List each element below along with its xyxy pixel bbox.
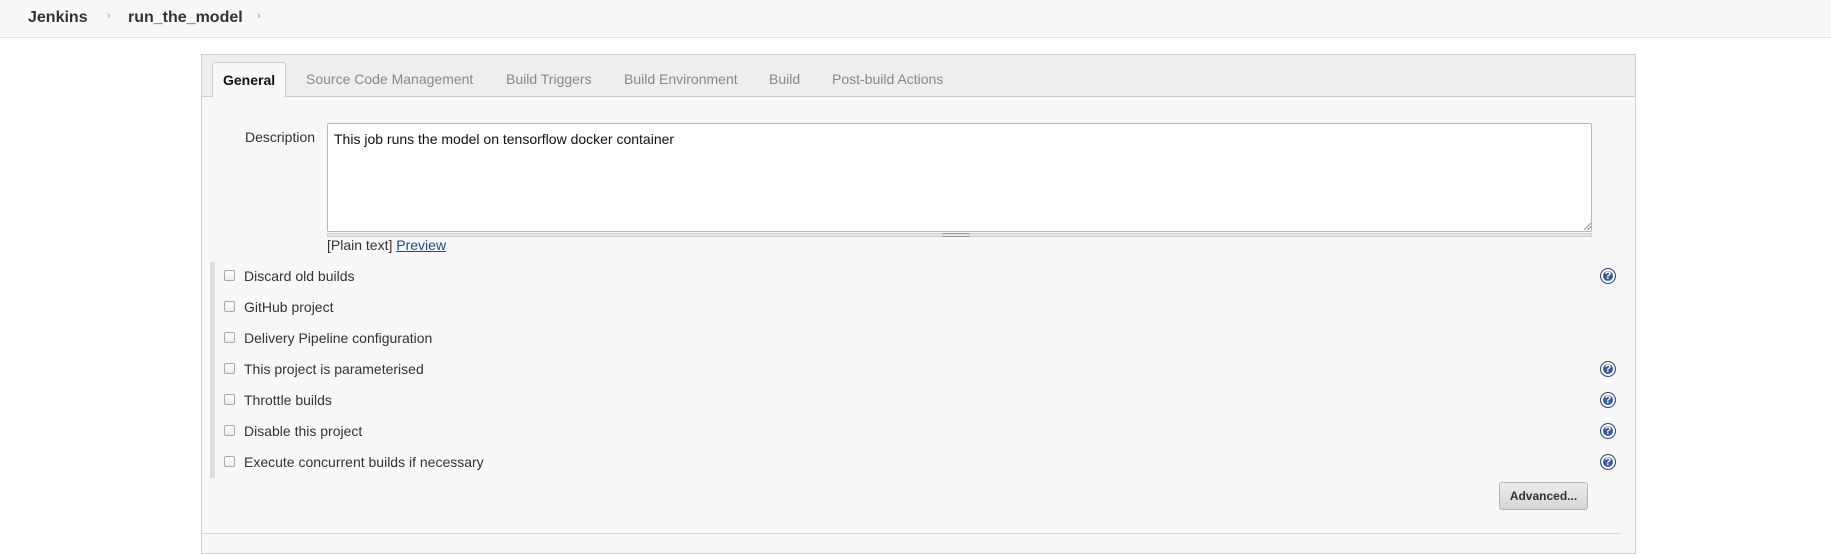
concurrent-builds-checkbox[interactable] xyxy=(224,456,235,467)
tab-build-triggers[interactable]: Build Triggers xyxy=(506,71,592,87)
throttle-builds-checkbox[interactable] xyxy=(224,394,235,405)
question-circle-icon[interactable]: ? xyxy=(1600,392,1616,408)
advanced-button[interactable]: Advanced... xyxy=(1499,482,1588,510)
option-label[interactable]: Execute concurrent builds if necessary xyxy=(244,454,484,470)
breadcrumb-separator-icon[interactable]: › xyxy=(107,10,111,22)
parameterised-checkbox[interactable] xyxy=(224,363,235,374)
config-tab-strip: General Source Code Management Build Tri… xyxy=(202,55,1635,98)
section-divider xyxy=(202,533,1621,534)
option-label[interactable]: Disable this project xyxy=(244,423,362,439)
option-label[interactable]: Delivery Pipeline configuration xyxy=(244,330,432,346)
job-config-panel: General Source Code Management Build Tri… xyxy=(201,54,1636,554)
option-label[interactable]: Throttle builds xyxy=(244,392,332,408)
delivery-pipeline-checkbox[interactable] xyxy=(224,332,235,343)
github-project-checkbox[interactable] xyxy=(224,301,235,312)
question-circle-icon[interactable]: ? xyxy=(1600,423,1616,439)
markup-format-note: [Plain text] Preview xyxy=(327,237,446,253)
disable-project-checkbox[interactable] xyxy=(224,425,235,436)
tab-build-environment[interactable]: Build Environment xyxy=(624,71,738,87)
option-label[interactable]: Discard old builds xyxy=(244,268,355,284)
description-label: Description xyxy=(245,129,316,145)
format-plain-text: [Plain text] xyxy=(327,237,393,253)
tab-post-build-actions[interactable]: Post-build Actions xyxy=(832,71,943,87)
grip-icon[interactable] xyxy=(942,233,970,237)
option-label[interactable]: This project is parameterised xyxy=(244,361,424,377)
breadcrumb-jenkins[interactable]: Jenkins xyxy=(28,9,88,27)
breadcrumb: Jenkins › run_the_model › xyxy=(0,0,1831,38)
resize-handle-icon[interactable] xyxy=(1584,223,1591,230)
description-textarea[interactable]: This job runs the model on tensorflow do… xyxy=(327,123,1592,232)
option-label[interactable]: GitHub project xyxy=(244,299,333,315)
question-circle-icon[interactable]: ? xyxy=(1600,454,1616,470)
tab-general[interactable]: General xyxy=(212,62,287,98)
question-circle-icon[interactable]: ? xyxy=(1600,361,1616,377)
breadcrumb-separator-icon[interactable]: › xyxy=(257,10,261,22)
question-circle-icon[interactable]: ? xyxy=(1600,268,1616,284)
discard-old-builds-checkbox[interactable] xyxy=(224,270,235,281)
tab-build[interactable]: Build xyxy=(769,71,800,87)
section-indicator-bar xyxy=(210,262,215,478)
breadcrumb-job[interactable]: run_the_model xyxy=(128,9,243,27)
tab-source-code-management[interactable]: Source Code Management xyxy=(306,71,473,87)
preview-link[interactable]: Preview xyxy=(396,237,446,253)
